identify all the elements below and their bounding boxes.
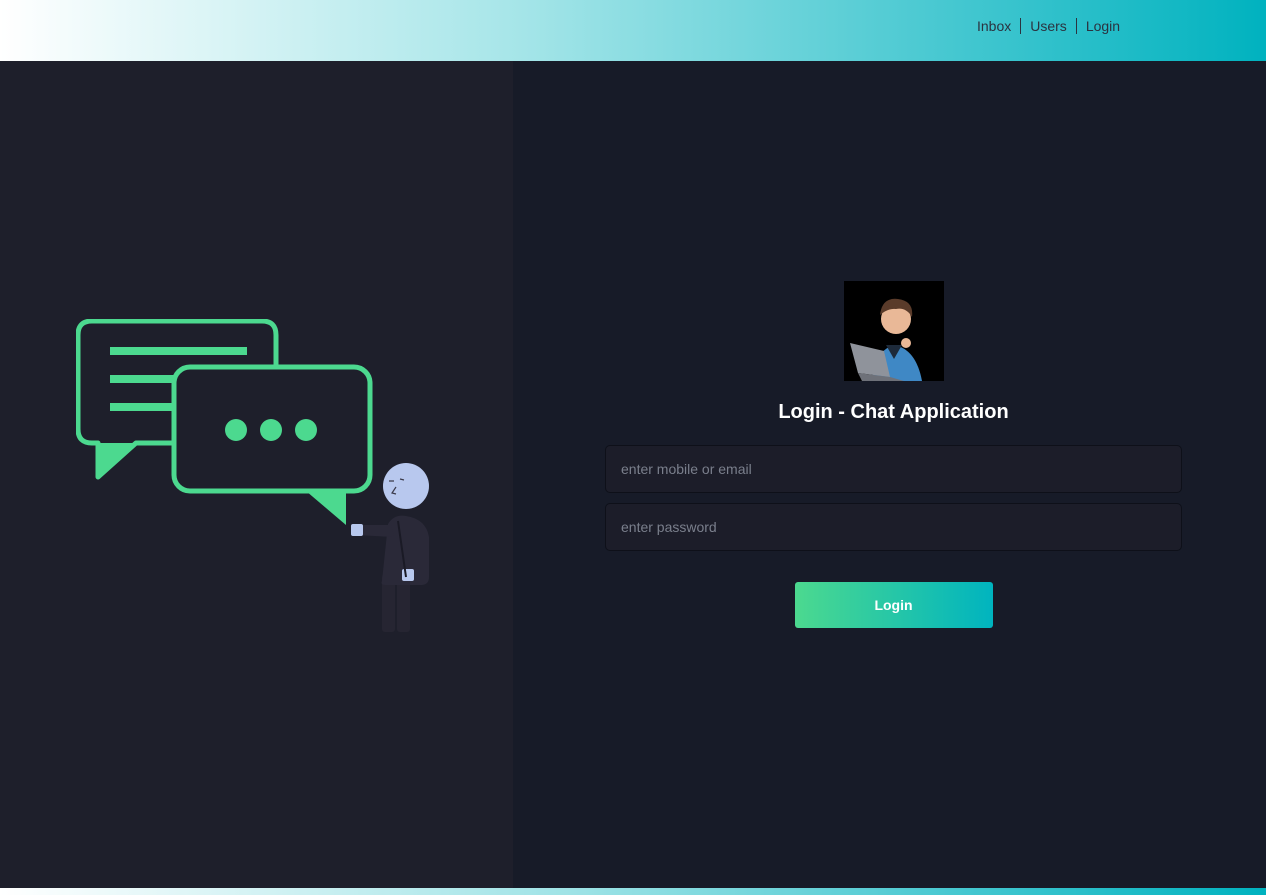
illustration-pane	[0, 61, 513, 888]
typing-dot	[295, 419, 317, 441]
login-pane: Login - Chat Application Login	[513, 61, 1266, 888]
typing-dot	[225, 419, 247, 441]
text-line	[110, 347, 247, 355]
main-content: Login - Chat Application Login	[0, 61, 1266, 888]
login-button[interactable]: Login	[794, 582, 993, 628]
nav-link-login[interactable]: Login	[1077, 18, 1129, 34]
page-title: Login - Chat Application	[778, 401, 1009, 423]
top-header: Inbox Users Login	[0, 0, 1266, 61]
login-form: Login - Chat Application Login	[605, 281, 1182, 628]
user-avatar	[843, 281, 944, 381]
nav-link-users[interactable]: Users	[1021, 18, 1076, 34]
front-bubble-tail-icon	[306, 491, 346, 525]
chat-illustration	[76, 319, 429, 632]
mobile-email-input[interactable]	[605, 445, 1182, 493]
typing-dot	[260, 419, 282, 441]
password-input[interactable]	[605, 503, 1182, 551]
top-nav: Inbox Users Login	[968, 18, 1129, 34]
nav-link-inbox[interactable]: Inbox	[968, 18, 1020, 34]
